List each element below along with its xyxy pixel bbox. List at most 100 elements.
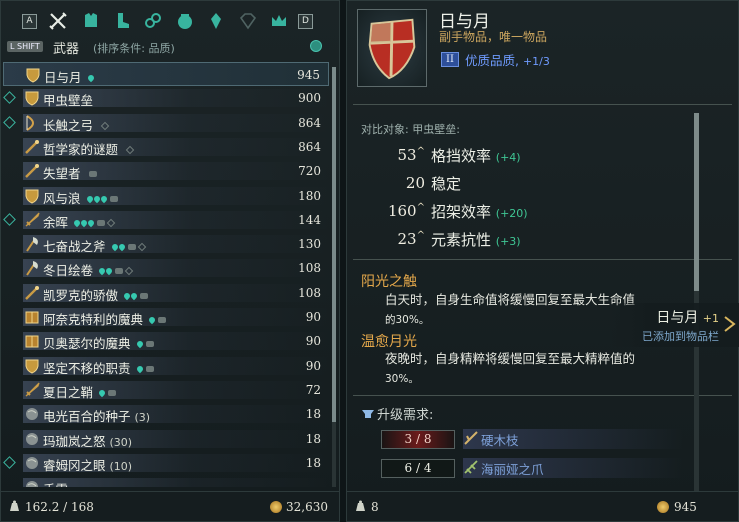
stat-up-caret: ^ — [416, 230, 425, 241]
item-value: 18 — [305, 407, 321, 422]
dye-mark — [158, 317, 167, 323]
stat-delta: (+20) — [495, 207, 528, 220]
tab-armor[interactable] — [81, 11, 101, 31]
stat-name: 稳定 — [431, 175, 462, 193]
skill-desc-line: 30%。 — [385, 373, 419, 385]
item-row[interactable]: 玛珈岚之怒 (30) 18 — [3, 427, 329, 451]
rune-mark — [117, 242, 126, 252]
tab-rings[interactable] — [143, 11, 163, 31]
stat-name: 元素抗性 (+3) — [431, 231, 521, 249]
item-marks — [122, 287, 149, 302]
new-item-marker-icon — [3, 455, 16, 469]
item-name: 哲学家的谜题 — [43, 139, 135, 158]
item-marks — [97, 262, 134, 277]
item-row[interactable]: 七奋战之斧 130 — [3, 232, 329, 256]
stat-row: 160^ 招架效率 (+20) — [347, 199, 547, 221]
stat-value: 23^ — [397, 230, 425, 248]
list-scrollbar-thumb[interactable] — [332, 67, 336, 422]
item-name: 日与月 — [44, 67, 95, 86]
carry-weight: 162.2 / 168 — [25, 500, 94, 514]
item-row[interactable]: 凯罗克的骄傲 108 — [3, 281, 329, 305]
item-name: 冬日绘卷 — [43, 260, 134, 279]
material-name: 海丽娅之爪 — [481, 462, 544, 477]
item-stack-count: (30) — [109, 435, 133, 449]
item-value: 108 — [298, 285, 321, 300]
bow-icon — [26, 114, 34, 131]
quality-bonus: +1/3 — [522, 55, 550, 68]
rune-mark — [97, 388, 107, 398]
item-row[interactable]: 阿奈克特利的魔典 90 — [3, 305, 329, 329]
tab-key-items[interactable] — [269, 11, 289, 31]
item-row[interactable]: 手雷 — [3, 475, 329, 487]
sun-moon-shield-icon — [368, 18, 416, 80]
item-detail-panel: 日与月 副手物品，唯一物品 II 优质品质, +1/3 对比对象: 甲虫壁垒: … — [346, 0, 739, 522]
dye-mark — [108, 389, 117, 396]
orb-icon — [26, 456, 38, 469]
toast-plus: +1 — [702, 312, 719, 325]
skill-title: 温愈月光 — [361, 334, 417, 350]
rune-mark — [86, 73, 95, 83]
item-row[interactable]: 失望者 720 — [3, 159, 329, 183]
staff-icon — [25, 164, 39, 179]
claw-icon — [464, 460, 478, 474]
material-count: 6 / 4 — [381, 459, 455, 478]
item-marks — [99, 117, 110, 132]
item-marks — [124, 141, 135, 156]
item-row[interactable]: 贝奥瑟尔的魔典 90 — [3, 329, 329, 353]
tab-weapons[interactable] — [48, 11, 68, 31]
item-added-toast: 日与月 +1 已添加到物品栏 — [611, 303, 739, 347]
item-marks — [85, 190, 118, 205]
sort-label: (排序条件: 品质) — [93, 42, 175, 55]
item-name: 凯罗克的骄傲 — [43, 285, 149, 304]
prev-tab-key[interactable]: A — [22, 14, 37, 29]
rune-mark — [92, 194, 101, 203]
dye-mark — [115, 268, 124, 275]
weight-icon — [356, 500, 365, 511]
item-name: 坚定不移的职责 — [43, 358, 154, 377]
sword-icon — [25, 212, 40, 227]
list-scrollbar[interactable] — [332, 67, 336, 487]
sort-key-hint: L SHIFT — [7, 41, 43, 52]
detail-scrollbar-thumb[interactable] — [694, 113, 699, 291]
satchel-icon — [178, 14, 192, 29]
dye-mark — [97, 219, 106, 226]
toast-item-name: 日与月 +1 — [656, 307, 719, 327]
quality-label: 优质品质, +1/3 — [465, 50, 550, 69]
inventory-panel: A D L SHIFT 武器 (排序条件: 品质) 日与月 945 甲虫壁垒 900 长… — [0, 0, 340, 522]
item-marks — [87, 165, 97, 180]
item-marks — [135, 335, 154, 350]
item-row[interactable]: 甲虫壁垒 900 — [3, 86, 329, 110]
stat-value: 160^ — [387, 202, 425, 220]
next-tab-key[interactable]: D — [298, 14, 313, 29]
sort-toggle-icon[interactable] — [310, 40, 322, 52]
item-row[interactable]: 冬日绘卷 108 — [3, 256, 329, 280]
tab-consumables[interactable] — [175, 11, 195, 31]
item-name: 睿姆冈之眼 (10) — [43, 457, 133, 473]
dye-mark — [88, 171, 97, 178]
tab-gems[interactable] — [238, 11, 258, 31]
item-value: 945 — [297, 68, 320, 82]
tab-materials[interactable] — [206, 11, 226, 31]
tab-boots[interactable] — [112, 11, 132, 31]
item-name: 阿奈克特利的魔典 — [43, 309, 167, 328]
item-row[interactable]: 睿姆冈之眼 (10) 18 — [3, 451, 329, 475]
item-row[interactable]: 坚定不移的职责 90 — [3, 354, 329, 378]
item-row[interactable]: 日与月 945 — [3, 62, 329, 86]
crown-icon — [272, 15, 286, 26]
item-row[interactable]: 电光百合的种子 (3) 18 — [3, 402, 329, 426]
orb-icon — [26, 432, 38, 445]
item-value: 90 — [305, 310, 321, 324]
item-row[interactable]: 风与浪 180 — [3, 184, 329, 208]
shield-icon — [26, 68, 40, 83]
item-value: 18 — [305, 431, 321, 446]
divider — [353, 259, 732, 260]
upgrade-title: 升级需求: — [377, 408, 434, 423]
rune-mark — [110, 242, 119, 252]
item-row[interactable]: 夏日之鞘 72 — [3, 378, 329, 402]
item-row[interactable]: 余晖 144 — [3, 208, 329, 232]
item-row[interactable]: 长触之弓 864 — [3, 111, 329, 135]
orb-icon — [26, 481, 38, 487]
dye-mark — [109, 195, 118, 202]
item-row[interactable]: 哲学家的谜题 864 — [3, 135, 329, 159]
crossed-swords-icon — [49, 12, 67, 30]
